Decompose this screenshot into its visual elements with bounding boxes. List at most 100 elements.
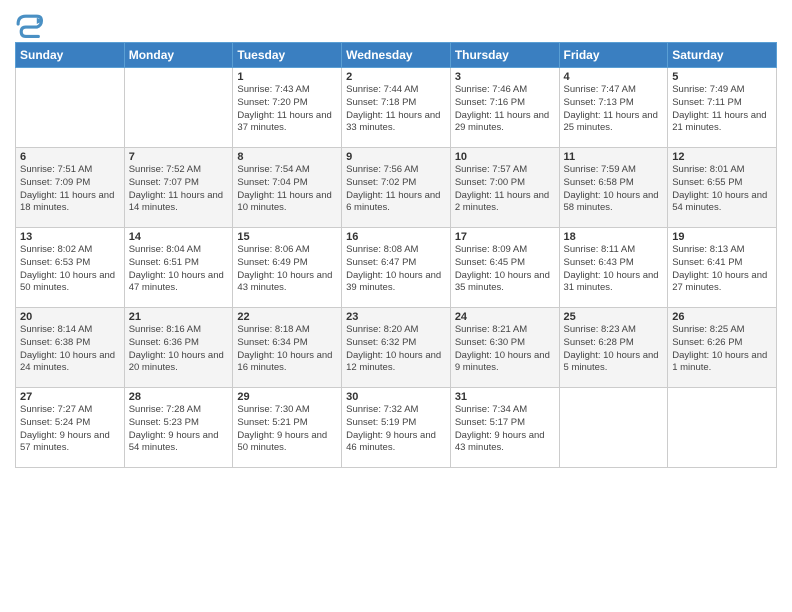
day-number: 16 (346, 231, 446, 243)
day-info: Sunrise: 7:52 AM Sunset: 7:07 PM Dayligh… (129, 164, 229, 215)
day-info: Sunrise: 8:14 AM Sunset: 6:38 PM Dayligh… (20, 324, 120, 375)
calendar-cell: 29Sunrise: 7:30 AM Sunset: 5:21 PM Dayli… (233, 388, 342, 468)
calendar-cell: 7Sunrise: 7:52 AM Sunset: 7:07 PM Daylig… (124, 148, 233, 228)
day-number: 7 (129, 151, 229, 163)
calendar-cell: 9Sunrise: 7:56 AM Sunset: 7:02 PM Daylig… (342, 148, 451, 228)
header-cell: Saturday (668, 43, 777, 68)
day-info: Sunrise: 7:43 AM Sunset: 7:20 PM Dayligh… (237, 84, 337, 135)
main-container: SundayMondayTuesdayWednesdayThursdayFrid… (0, 0, 792, 473)
header-cell: Tuesday (233, 43, 342, 68)
day-info: Sunrise: 8:20 AM Sunset: 6:32 PM Dayligh… (346, 324, 446, 375)
calendar-cell: 8Sunrise: 7:54 AM Sunset: 7:04 PM Daylig… (233, 148, 342, 228)
day-number: 30 (346, 391, 446, 403)
calendar-cell: 22Sunrise: 8:18 AM Sunset: 6:34 PM Dayli… (233, 308, 342, 388)
day-number: 13 (20, 231, 120, 243)
day-number: 24 (455, 311, 555, 323)
day-number: 6 (20, 151, 120, 163)
calendar-table: SundayMondayTuesdayWednesdayThursdayFrid… (15, 42, 777, 468)
calendar-cell (124, 68, 233, 148)
logo-icon (15, 10, 43, 38)
day-number: 21 (129, 311, 229, 323)
day-number: 28 (129, 391, 229, 403)
day-info: Sunrise: 7:32 AM Sunset: 5:19 PM Dayligh… (346, 404, 446, 455)
calendar-cell: 12Sunrise: 8:01 AM Sunset: 6:55 PM Dayli… (668, 148, 777, 228)
header-cell: Friday (559, 43, 668, 68)
calendar-cell: 28Sunrise: 7:28 AM Sunset: 5:23 PM Dayli… (124, 388, 233, 468)
header-cell: Sunday (16, 43, 125, 68)
calendar-body: 1Sunrise: 7:43 AM Sunset: 7:20 PM Daylig… (16, 68, 777, 468)
calendar-cell: 13Sunrise: 8:02 AM Sunset: 6:53 PM Dayli… (16, 228, 125, 308)
calendar-cell: 4Sunrise: 7:47 AM Sunset: 7:13 PM Daylig… (559, 68, 668, 148)
day-number: 15 (237, 231, 337, 243)
day-number: 22 (237, 311, 337, 323)
calendar-week-row: 13Sunrise: 8:02 AM Sunset: 6:53 PM Dayli… (16, 228, 777, 308)
day-info: Sunrise: 7:47 AM Sunset: 7:13 PM Dayligh… (564, 84, 664, 135)
day-number: 17 (455, 231, 555, 243)
day-info: Sunrise: 8:16 AM Sunset: 6:36 PM Dayligh… (129, 324, 229, 375)
day-number: 11 (564, 151, 664, 163)
day-number: 2 (346, 71, 446, 83)
day-number: 23 (346, 311, 446, 323)
calendar-cell: 2Sunrise: 7:44 AM Sunset: 7:18 PM Daylig… (342, 68, 451, 148)
day-info: Sunrise: 7:30 AM Sunset: 5:21 PM Dayligh… (237, 404, 337, 455)
day-info: Sunrise: 7:28 AM Sunset: 5:23 PM Dayligh… (129, 404, 229, 455)
calendar-cell: 6Sunrise: 7:51 AM Sunset: 7:09 PM Daylig… (16, 148, 125, 228)
calendar-cell: 3Sunrise: 7:46 AM Sunset: 7:16 PM Daylig… (450, 68, 559, 148)
day-number: 1 (237, 71, 337, 83)
day-info: Sunrise: 7:46 AM Sunset: 7:16 PM Dayligh… (455, 84, 555, 135)
day-number: 18 (564, 231, 664, 243)
day-info: Sunrise: 7:44 AM Sunset: 7:18 PM Dayligh… (346, 84, 446, 135)
day-info: Sunrise: 7:51 AM Sunset: 7:09 PM Dayligh… (20, 164, 120, 215)
calendar-cell (559, 388, 668, 468)
day-info: Sunrise: 7:27 AM Sunset: 5:24 PM Dayligh… (20, 404, 120, 455)
day-info: Sunrise: 8:23 AM Sunset: 6:28 PM Dayligh… (564, 324, 664, 375)
calendar-cell: 26Sunrise: 8:25 AM Sunset: 6:26 PM Dayli… (668, 308, 777, 388)
day-info: Sunrise: 8:18 AM Sunset: 6:34 PM Dayligh… (237, 324, 337, 375)
logo (15, 10, 47, 38)
header-row: SundayMondayTuesdayWednesdayThursdayFrid… (16, 43, 777, 68)
day-number: 5 (672, 71, 772, 83)
calendar-cell: 15Sunrise: 8:06 AM Sunset: 6:49 PM Dayli… (233, 228, 342, 308)
calendar-header: SundayMondayTuesdayWednesdayThursdayFrid… (16, 43, 777, 68)
day-number: 26 (672, 311, 772, 323)
day-number: 29 (237, 391, 337, 403)
day-number: 20 (20, 311, 120, 323)
calendar-cell: 5Sunrise: 7:49 AM Sunset: 7:11 PM Daylig… (668, 68, 777, 148)
calendar-cell (16, 68, 125, 148)
calendar-cell: 11Sunrise: 7:59 AM Sunset: 6:58 PM Dayli… (559, 148, 668, 228)
header (15, 10, 777, 38)
day-info: Sunrise: 8:06 AM Sunset: 6:49 PM Dayligh… (237, 244, 337, 295)
calendar-cell: 23Sunrise: 8:20 AM Sunset: 6:32 PM Dayli… (342, 308, 451, 388)
day-number: 8 (237, 151, 337, 163)
day-number: 27 (20, 391, 120, 403)
calendar-cell: 14Sunrise: 8:04 AM Sunset: 6:51 PM Dayli… (124, 228, 233, 308)
calendar-cell: 20Sunrise: 8:14 AM Sunset: 6:38 PM Dayli… (16, 308, 125, 388)
calendar-cell: 1Sunrise: 7:43 AM Sunset: 7:20 PM Daylig… (233, 68, 342, 148)
day-info: Sunrise: 7:57 AM Sunset: 7:00 PM Dayligh… (455, 164, 555, 215)
day-number: 19 (672, 231, 772, 243)
day-number: 4 (564, 71, 664, 83)
day-number: 9 (346, 151, 446, 163)
day-info: Sunrise: 8:04 AM Sunset: 6:51 PM Dayligh… (129, 244, 229, 295)
header-cell: Monday (124, 43, 233, 68)
calendar-cell: 24Sunrise: 8:21 AM Sunset: 6:30 PM Dayli… (450, 308, 559, 388)
calendar-week-row: 1Sunrise: 7:43 AM Sunset: 7:20 PM Daylig… (16, 68, 777, 148)
calendar-cell: 18Sunrise: 8:11 AM Sunset: 6:43 PM Dayli… (559, 228, 668, 308)
calendar-week-row: 27Sunrise: 7:27 AM Sunset: 5:24 PM Dayli… (16, 388, 777, 468)
day-info: Sunrise: 8:21 AM Sunset: 6:30 PM Dayligh… (455, 324, 555, 375)
header-cell: Thursday (450, 43, 559, 68)
calendar-cell: 19Sunrise: 8:13 AM Sunset: 6:41 PM Dayli… (668, 228, 777, 308)
day-info: Sunrise: 7:56 AM Sunset: 7:02 PM Dayligh… (346, 164, 446, 215)
day-info: Sunrise: 8:08 AM Sunset: 6:47 PM Dayligh… (346, 244, 446, 295)
calendar-cell: 17Sunrise: 8:09 AM Sunset: 6:45 PM Dayli… (450, 228, 559, 308)
day-info: Sunrise: 8:25 AM Sunset: 6:26 PM Dayligh… (672, 324, 772, 375)
day-number: 10 (455, 151, 555, 163)
day-info: Sunrise: 8:02 AM Sunset: 6:53 PM Dayligh… (20, 244, 120, 295)
calendar-week-row: 6Sunrise: 7:51 AM Sunset: 7:09 PM Daylig… (16, 148, 777, 228)
day-info: Sunrise: 8:13 AM Sunset: 6:41 PM Dayligh… (672, 244, 772, 295)
day-info: Sunrise: 8:09 AM Sunset: 6:45 PM Dayligh… (455, 244, 555, 295)
calendar-cell: 25Sunrise: 8:23 AM Sunset: 6:28 PM Dayli… (559, 308, 668, 388)
day-number: 3 (455, 71, 555, 83)
calendar-cell: 16Sunrise: 8:08 AM Sunset: 6:47 PM Dayli… (342, 228, 451, 308)
calendar-week-row: 20Sunrise: 8:14 AM Sunset: 6:38 PM Dayli… (16, 308, 777, 388)
